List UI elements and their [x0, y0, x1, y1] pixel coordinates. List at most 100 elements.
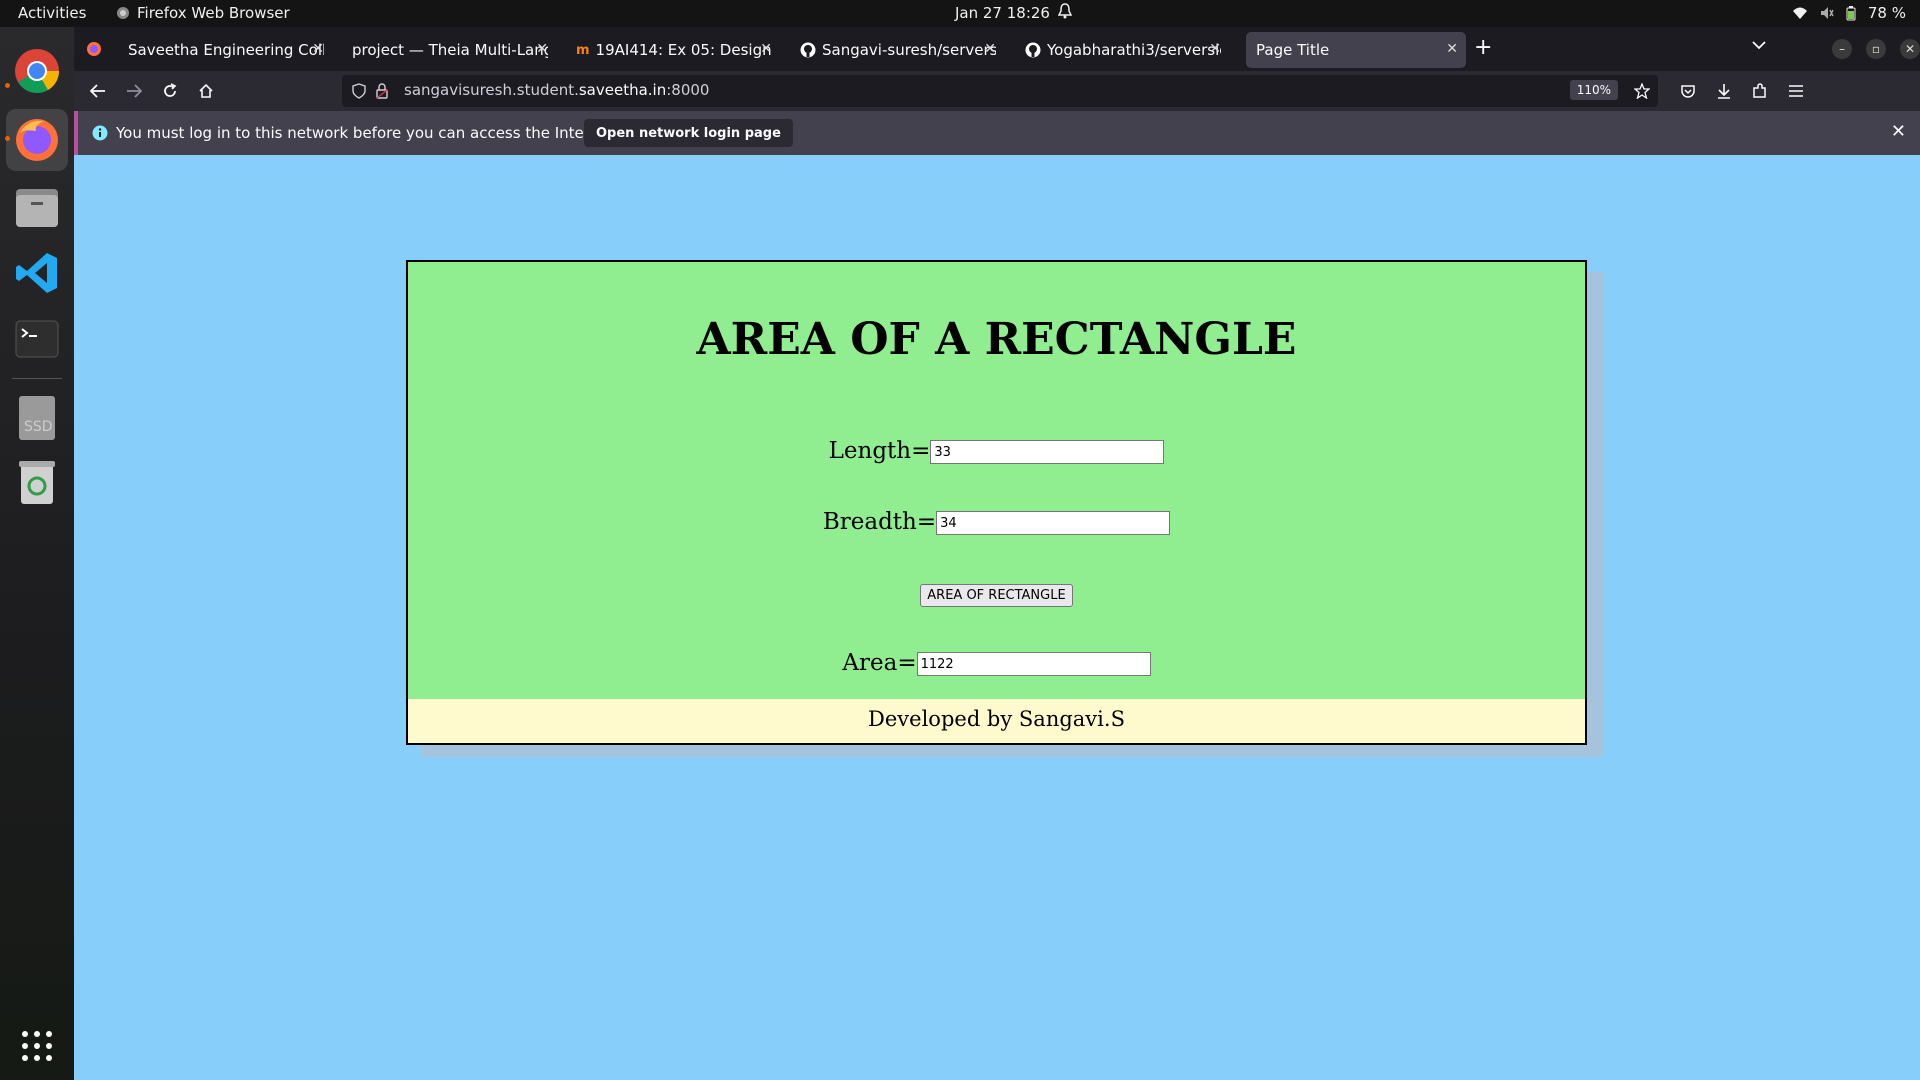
close-icon[interactable]: ✕: [760, 41, 772, 57]
tab-moodle[interactable]: m 19AI414: Ex 05: Design a ✕: [566, 32, 780, 68]
download-icon: [1718, 84, 1730, 99]
pocket-button[interactable]: [1674, 77, 1702, 105]
dock-separator: [12, 378, 62, 379]
dock: SSD: [0, 27, 74, 1080]
tab-saveetha[interactable]: Saveetha Engineering Colleg ✕: [118, 32, 332, 68]
calculator-container: AREA OF A RECTANGLE Length= Breadth= ARE…: [406, 260, 1587, 745]
extensions-button[interactable]: [1746, 77, 1774, 105]
battery-percentage: 78 %: [1867, 4, 1906, 22]
firefox-launcher[interactable]: [6, 109, 68, 171]
url-prefix: sangavisuresh.student.: [404, 81, 579, 99]
back-button[interactable]: [84, 77, 112, 105]
app-name-label: Firefox Web Browser: [137, 4, 290, 22]
page-viewport: AREA OF A RECTANGLE Length= Breadth= ARE…: [74, 155, 1920, 1080]
running-indicator: [5, 136, 10, 141]
firefox-icon: [87, 42, 101, 56]
system-top-bar: Activities Firefox Web Browser Jan 27 18…: [0, 0, 1920, 27]
firefox-window: Saveetha Engineering Colleg ✕ project — …: [74, 27, 1920, 1080]
system-tray[interactable]: 78 %: [1792, 4, 1906, 22]
app-grid-icon: [22, 1031, 52, 1061]
forward-button[interactable]: [120, 77, 148, 105]
activities-button[interactable]: Activities: [18, 4, 86, 22]
close-icon[interactable]: ✕: [312, 41, 324, 57]
terminal-icon: [15, 320, 59, 358]
new-tab-button[interactable]: +: [1474, 35, 1492, 60]
hamburger-menu-icon: [1789, 85, 1803, 97]
terminal-launcher[interactable]: [13, 315, 61, 363]
notification-bell-icon: [1057, 3, 1073, 23]
files-launcher[interactable]: [13, 184, 61, 232]
volume-muted-icon: [1820, 7, 1834, 19]
breadth-row: Breadth=: [408, 509, 1585, 535]
tab-title: 19AI414: Ex 05: Design a: [595, 41, 772, 59]
show-applications-button[interactable]: [13, 1022, 61, 1070]
zoom-reset-button[interactable]: 110%: [1569, 80, 1618, 100]
url-bar[interactable]: sangavisuresh.student.saveetha.in:8000 1…: [342, 75, 1658, 107]
window-close-button[interactable]: ✕: [1900, 39, 1920, 59]
tab-title: Yogabharathi3/serversid: [1047, 41, 1221, 59]
tab-bar: Saveetha Engineering Colleg ✕ project — …: [74, 27, 1920, 71]
url-domain: saveetha.in: [578, 81, 667, 99]
close-icon[interactable]: ✕: [1446, 41, 1458, 57]
home-icon: [199, 83, 213, 98]
navigation-toolbar: sangavisuresh.student.saveetha.in:8000 1…: [74, 71, 1920, 111]
pocket-icon: [1681, 85, 1695, 98]
calculate-area-button[interactable]: AREA OF RECTANGLE: [920, 584, 1073, 607]
length-input[interactable]: [930, 440, 1165, 464]
tracking-protection-shield-icon[interactable]: [352, 83, 366, 99]
maximize-button[interactable]: ▫: [1866, 39, 1886, 59]
close-icon[interactable]: ✕: [984, 41, 996, 57]
home-button[interactable]: [192, 77, 220, 105]
captive-portal-notification: You must log in to this network before y…: [74, 111, 1920, 155]
vscode-launcher[interactable]: [13, 249, 61, 297]
vscode-icon: [16, 253, 57, 293]
github-icon: [1025, 42, 1041, 58]
tab-github-sangavi[interactable]: Sangavi-suresh/serversid ✕: [790, 32, 1004, 68]
open-network-login-button[interactable]: Open network login page: [584, 119, 793, 147]
length-label: Length=: [828, 438, 931, 464]
files-icon: [16, 189, 58, 227]
close-icon[interactable]: ✕: [1209, 41, 1221, 57]
app-menu[interactable]: Firefox Web Browser: [116, 4, 290, 22]
tab-github-yogabharathi[interactable]: Yogabharathi3/serversid ✕: [1015, 32, 1229, 68]
ssd-icon: SSD: [19, 396, 55, 440]
close-icon[interactable]: ✕: [536, 41, 548, 57]
tab-title: Sangavi-suresh/serversid: [822, 41, 996, 59]
close-icon[interactable]: ✕: [1891, 121, 1906, 142]
svg-text:SSD: SSD: [24, 419, 53, 435]
battery-icon: [1846, 5, 1856, 20]
breadth-label: Breadth=: [822, 509, 937, 535]
chrome-launcher[interactable]: [13, 47, 61, 95]
list-all-tabs-button[interactable]: [1752, 38, 1766, 54]
tab-title: Page Title: [1256, 41, 1330, 59]
wifi-icon: [1792, 7, 1807, 19]
firefox-icon: [16, 119, 58, 161]
lock-icon[interactable]: [376, 83, 388, 99]
notification-message: You must log in to this network before y…: [116, 124, 620, 142]
minimize-button[interactable]: –: [1832, 39, 1852, 59]
length-row: Length=: [408, 438, 1585, 464]
clock[interactable]: Jan 27 18:26: [955, 4, 1050, 22]
tab-theia[interactable]: project — Theia Multi-Langu ✕: [342, 32, 556, 68]
chrome-icon: [15, 49, 59, 93]
back-arrow-icon: [90, 84, 105, 98]
github-icon: [800, 42, 816, 58]
reload-button[interactable]: [156, 77, 184, 105]
info-icon: [92, 125, 108, 141]
area-output[interactable]: [916, 652, 1151, 676]
tab-title: Saveetha Engineering Colleg: [128, 41, 324, 59]
tab-title: project — Theia Multi-Langu: [352, 41, 548, 59]
firefox-view-button[interactable]: [86, 41, 102, 61]
tab-page-title[interactable]: Page Title ✕: [1246, 32, 1466, 68]
trash-icon: [19, 461, 55, 504]
forward-arrow-icon: [127, 84, 142, 98]
app-menu-button[interactable]: [1782, 77, 1810, 105]
url-text[interactable]: sangavisuresh.student.saveetha.in:8000: [404, 81, 709, 99]
trash-launcher[interactable]: [13, 459, 61, 507]
firefox-icon: [117, 7, 129, 19]
bookmark-star-icon[interactable]: [1634, 83, 1650, 99]
ssd-drive-launcher[interactable]: SSD: [13, 394, 61, 442]
breadth-input[interactable]: [936, 511, 1171, 535]
downloads-button[interactable]: [1710, 77, 1738, 105]
area-row: Area=: [408, 650, 1585, 676]
